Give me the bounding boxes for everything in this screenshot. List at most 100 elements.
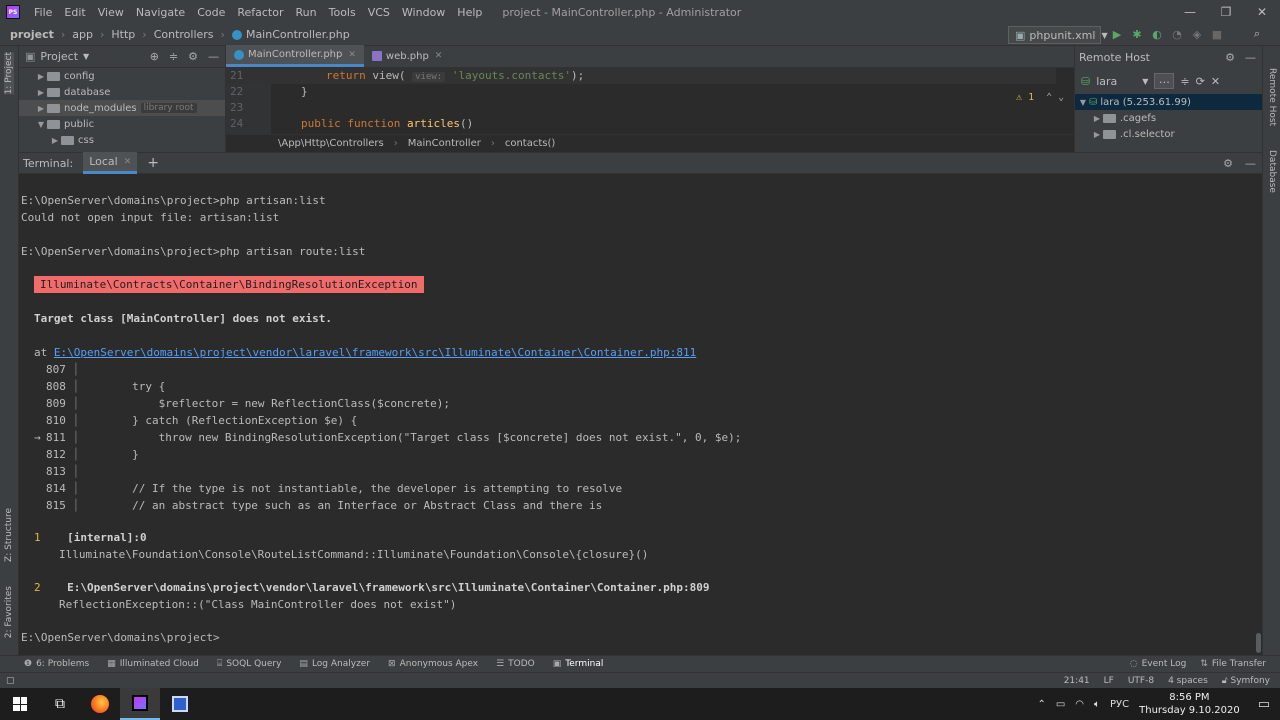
firefox-taskbar-button[interactable] [80,688,120,720]
terminal-scrollbar[interactable] [1255,175,1262,656]
project-panel-title[interactable]: Project [40,50,78,63]
profile-icon[interactable]: ◔ [1170,26,1184,42]
project-tool-button[interactable]: 1: Project [4,52,14,95]
breadcrumb-project[interactable]: project [10,28,54,41]
menu-code[interactable]: Code [191,6,231,19]
hide-icon[interactable]: — [1245,157,1256,170]
breadcrumb-app[interactable]: app [72,28,93,41]
menu-tools[interactable]: Tools [323,6,362,19]
tab-event-log[interactable]: ◌ Event Log [1130,659,1187,669]
language-indicator[interactable]: РУС [1110,699,1129,710]
chevron-right-icon[interactable]: ▶ [1091,114,1103,123]
tab-log-analyzer[interactable]: ▤ Log Analyzer [299,659,370,669]
menu-run[interactable]: Run [290,6,323,19]
battery-icon[interactable]: ▭ [1056,699,1065,710]
caret-position[interactable]: 21:41 [1064,676,1090,686]
breadcrumb-namespace[interactable]: \App\Http\Controllers [278,138,384,149]
tree-item-css[interactable]: ▶ css [19,132,225,148]
tab-illuminated-cloud[interactable]: ▦ Illuminated Cloud [107,659,199,669]
notifications-icon[interactable]: ▭ [1258,697,1270,712]
tree-item-public[interactable]: ▼ public [19,116,225,132]
gear-icon[interactable]: ⚙ [1225,51,1235,64]
breadcrumb-method[interactable]: contacts() [505,138,555,149]
tab-web[interactable]: web.php ✕ [364,45,450,67]
scrollbar-thumb[interactable] [1256,633,1261,653]
tab-terminal[interactable]: ▣ Terminal [553,659,604,669]
chevron-right-icon[interactable]: ▶ [1091,130,1103,139]
layout-icon[interactable]: ▢ [6,676,15,686]
menu-refactor[interactable]: Refactor [231,6,289,19]
search-icon[interactable]: ⌕ [1250,26,1264,42]
hide-icon[interactable]: — [1245,51,1256,64]
run-icon[interactable]: ▶ [1110,26,1124,42]
line-separator[interactable]: LF [1104,676,1114,686]
database-tool-button[interactable]: Database [1267,150,1277,193]
chevron-right-icon[interactable]: ▶ [35,104,47,113]
tab-file-transfer[interactable]: ⇅ File Transfer [1200,659,1266,669]
minimize-icon[interactable]: — [1172,5,1208,19]
terminal-prompt[interactable]: E:\OpenServer\domains\project> [21,629,220,646]
chevron-down-icon[interactable]: ▼ [1077,98,1089,107]
gear-icon[interactable]: ⚙ [188,50,198,63]
new-tab-icon[interactable]: + [147,155,159,171]
coverage-icon[interactable]: ◐ [1150,26,1164,42]
chevron-right-icon[interactable]: ▶ [49,136,61,145]
clock[interactable]: 8:56 PM Thursday 9.10.2020 [1139,691,1240,717]
wifi-icon[interactable]: ◠ [1075,699,1084,710]
tab-maincontroller[interactable]: MainController.php ✕ [226,45,364,67]
menu-window[interactable]: Window [396,6,451,19]
debug-icon[interactable]: ✱ [1130,26,1144,42]
collapse-icon[interactable]: ≑ [169,50,178,63]
tab-soql-query[interactable]: ⌸ SOQL Query [217,659,282,669]
hide-icon[interactable]: — [208,50,219,63]
file-encoding[interactable]: UTF-8 [1128,676,1154,686]
breadcrumb-class[interactable]: MainController [408,138,481,149]
server-select[interactable]: lara [1096,75,1136,88]
remote-host-tool-button[interactable]: Remote Host [1267,68,1277,126]
attach-icon[interactable]: ◈ [1190,26,1204,42]
save-app-taskbar-button[interactable] [160,688,200,720]
stop-icon[interactable]: ■ [1210,26,1224,42]
indent-setting[interactable]: 4 spaces [1168,676,1208,686]
gear-icon[interactable]: ⚙ [1223,157,1233,170]
tree-item-node-modules[interactable]: ▶ node_modules library root [19,100,225,116]
menu-edit[interactable]: Edit [58,6,91,19]
phpstorm-taskbar-button[interactable] [120,688,160,720]
warning-indicator[interactable]: ⚠ 1 ⌃ ⌄ [1016,92,1064,103]
terminal-output[interactable]: E:\OpenServer\domains\project>php artisa… [19,175,1255,656]
tree-item-config[interactable]: ▶ config [19,68,225,84]
tray-expand-icon[interactable]: ⌃ [1037,699,1045,710]
start-button[interactable] [0,688,40,720]
favorites-tool-button[interactable]: 2: Favorites [4,586,14,638]
tab-todo[interactable]: ☰ TODO [496,659,535,669]
locate-icon[interactable]: ⊕ [150,50,159,63]
framework-status[interactable]: 🔓︎ Symfony [1222,676,1270,686]
menu-vcs[interactable]: VCS [362,6,396,19]
file-link[interactable]: E:\OpenServer\domains\project\vendor\lar… [54,346,696,359]
menu-navigate[interactable]: Navigate [130,6,191,19]
menu-view[interactable]: View [92,6,130,19]
remote-tree-clselector[interactable]: ▶ .cl.selector [1075,126,1262,142]
close-tab-icon[interactable]: ✕ [435,51,443,61]
remote-tree-cagefs[interactable]: ▶ .cagefs [1075,110,1262,126]
chevron-down-icon[interactable]: ▼ [35,120,47,129]
maximize-icon[interactable]: ❐ [1208,5,1244,19]
refresh-icon[interactable]: ⟳ [1196,75,1205,88]
run-configuration-select[interactable]: ▣ phpunit.xml ▼ [1008,26,1108,44]
chevron-right-icon[interactable]: ▶ [35,72,47,81]
collapse-icon[interactable]: ≑ [1180,75,1189,88]
task-view-button[interactable]: ⧉ [40,688,80,720]
volume-icon[interactable]: 🔈︎ [1094,699,1100,710]
menu-file[interactable]: File [28,6,58,19]
tab-problems[interactable]: ❶ 6: Problems [24,659,89,669]
breadcrumb-controllers[interactable]: Controllers [154,28,214,41]
close-icon[interactable]: ✕ [1244,5,1280,19]
chevron-down-icon[interactable]: ▼ [83,52,89,61]
tab-anonymous-apex[interactable]: ⊠ Anonymous Apex [388,659,478,669]
chevron-down-icon[interactable]: ▼ [1142,77,1148,86]
breadcrumb-file[interactable]: MainController.php [246,28,350,41]
close-icon[interactable]: ✕ [1211,75,1220,88]
remote-tree-root[interactable]: ▼ ⛁ lara (5.253.61.99) [1075,94,1262,110]
tree-item-database[interactable]: ▶ database [19,84,225,100]
close-tab-icon[interactable]: ✕ [124,157,132,167]
